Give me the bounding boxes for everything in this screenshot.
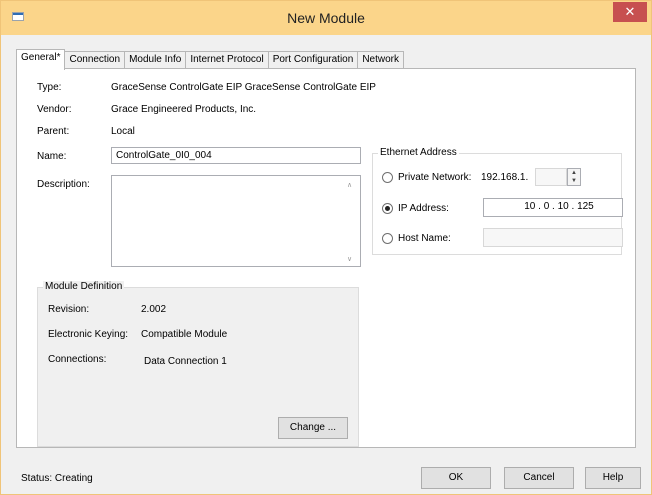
keying-label: Electronic Keying: [48, 329, 129, 340]
new-module-dialog: New Module ✕ General* Connection Module … [0, 0, 652, 495]
description-field[interactable] [111, 175, 361, 267]
cancel-button[interactable]: Cancel [504, 467, 574, 489]
ip-address-label[interactable]: IP Address: [398, 203, 449, 214]
tab-module-info[interactable]: Module Info [124, 51, 187, 69]
private-network-label[interactable]: Private Network: [398, 172, 471, 183]
window-title: New Module [287, 10, 365, 26]
parent-value: Local [111, 126, 135, 137]
module-definition-group: Module Definition Revision: 2.002 Electr… [37, 281, 359, 447]
keying-value: Compatible Module [141, 329, 228, 340]
status-text: Status: Creating [21, 473, 93, 484]
ok-button[interactable]: OK [421, 467, 491, 489]
ethernet-address-group: Ethernet Address Private Network: 192.16… [372, 147, 623, 255]
tab-internet-protocol[interactable]: Internet Protocol [185, 51, 269, 69]
host-name-field [483, 228, 623, 247]
type-value: GraceSense ControlGate EIP GraceSense Co… [111, 82, 376, 93]
private-network-field [535, 168, 567, 186]
spinner-icon[interactable]: ▲ ▼ [567, 168, 581, 186]
tab-general[interactable]: General* [16, 49, 66, 70]
module-definition-title: Module Definition [43, 281, 125, 292]
revision-label: Revision: [48, 304, 90, 315]
private-network-prefix: 192.168.1. [481, 172, 529, 183]
description-label: Description: [37, 179, 90, 190]
tab-strip: General* Connection Module Info Internet… [16, 49, 404, 70]
type-label: Type: [37, 82, 62, 93]
tab-connection[interactable]: Connection [64, 51, 126, 69]
connections-value: Data Connection 1 [144, 356, 227, 367]
ip-address-field[interactable]: 10 . 0 . 10 . 125 [483, 198, 623, 217]
general-panel: Type: GraceSense ControlGate EIP GraceSe… [16, 68, 636, 448]
private-network-radio[interactable] [382, 172, 393, 183]
close-icon[interactable]: ✕ [613, 2, 647, 22]
scroll-down-icon[interactable]: ∨ [347, 255, 630, 263]
parent-label: Parent: [37, 126, 70, 137]
title-bar: New Module ✕ [1, 1, 651, 35]
vendor-label: Vendor: [37, 104, 72, 115]
tab-network[interactable]: Network [357, 51, 404, 69]
ip-address-radio[interactable] [382, 203, 393, 214]
host-name-radio[interactable] [382, 233, 393, 244]
name-label: Name: [37, 151, 67, 162]
connections-label: Connections: [48, 354, 107, 365]
tab-port-configuration[interactable]: Port Configuration [267, 51, 359, 69]
help-button[interactable]: Help [585, 467, 641, 489]
ethernet-address-title: Ethernet Address [378, 147, 459, 158]
revision-value: 2.002 [141, 304, 167, 315]
change-button[interactable]: Change ... [278, 417, 348, 439]
vendor-value: Grace Engineered Products, Inc. [111, 104, 257, 115]
host-name-label[interactable]: Host Name: [398, 233, 451, 244]
name-field[interactable]: ControlGate_0I0_004 [111, 147, 361, 164]
